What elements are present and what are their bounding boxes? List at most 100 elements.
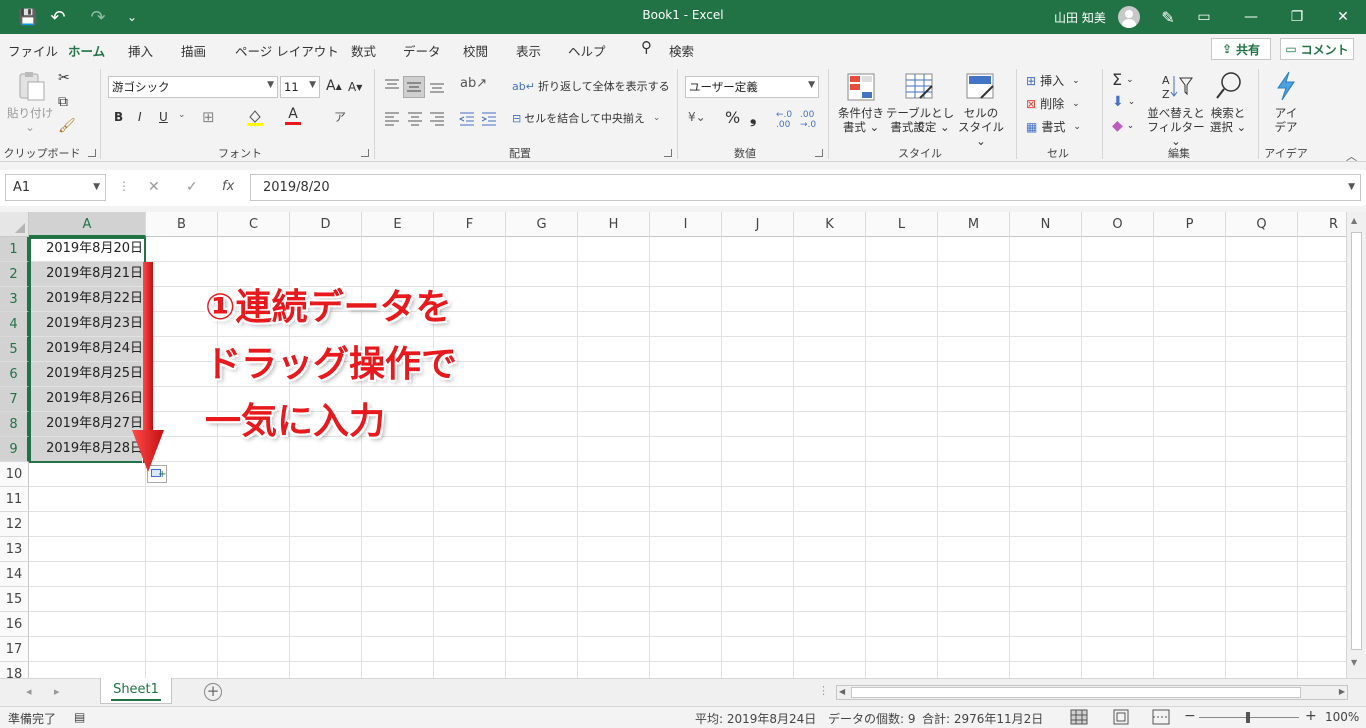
row-header-11[interactable]: 11 (0, 487, 29, 512)
horizontal-scrollbar[interactable]: ◀ ▶ (836, 685, 1348, 700)
clear-icon[interactable]: ◆ ⌄ (1112, 118, 1134, 134)
format-painter-icon[interactable]: 🖌 (58, 118, 76, 134)
row-header-17[interactable]: 17 (0, 637, 29, 662)
zoom-level[interactable]: 100% (1325, 710, 1359, 724)
column-header-o[interactable]: O (1082, 212, 1154, 237)
sort-filter-icon[interactable]: AZ (1160, 72, 1194, 102)
font-size-select[interactable]: 11 ▼ (280, 76, 320, 98)
align-center-icon[interactable] (406, 110, 424, 126)
tab-draw[interactable]: 描画 (181, 41, 206, 60)
wrap-text-button[interactable]: ab↵ 折り返して全体を表示する (512, 78, 670, 94)
underline-button[interactable]: U (159, 110, 168, 124)
alignment-launcher-icon[interactable] (664, 149, 672, 157)
column-header-k[interactable]: K (794, 212, 866, 237)
worksheet-grid[interactable]: ABCDEFGHIJKLMNOPQR 1 2 3 4 5 6 7 8 9 10 11 12 13 14 15… (0, 212, 1346, 678)
collapse-ribbon-icon[interactable]: ︿ (1346, 148, 1357, 164)
format-table-icon[interactable] (904, 72, 936, 102)
column-header-g[interactable]: G (506, 212, 578, 237)
format-cells-button[interactable]: ▦ 書式 ⌄ (1026, 118, 1081, 135)
format-table-label-2[interactable]: 書式設定 ⌄ (885, 120, 955, 134)
column-header-q[interactable]: Q (1226, 212, 1298, 237)
restore-button[interactable]: ❐ (1274, 0, 1320, 34)
number-format-select[interactable]: ユーザー定義 ▼ (685, 76, 819, 98)
select-all-button[interactable] (0, 212, 29, 237)
increase-font-icon[interactable]: A ▲ (326, 78, 342, 94)
row-header-13[interactable]: 13 (0, 537, 29, 562)
normal-view-icon[interactable] (1070, 709, 1088, 725)
orientation-icon[interactable]: ab↗ (460, 76, 487, 91)
search-icon[interactable]: ⚲ (641, 38, 652, 56)
column-header-p[interactable]: P (1154, 212, 1226, 237)
comma-button[interactable]: ❟ (750, 108, 756, 128)
tab-home[interactable]: ホーム (68, 41, 106, 66)
underline-dropdown-icon[interactable]: ⌄ (178, 110, 186, 120)
align-top-icon[interactable] (383, 78, 401, 94)
tab-view[interactable]: 表示 (516, 41, 541, 60)
page-layout-view-icon[interactable] (1112, 709, 1130, 725)
decrease-decimal-icon[interactable]: .00 →.0 (800, 110, 816, 130)
row-header-8[interactable]: 8 (0, 412, 29, 437)
scroll-thumb[interactable] (851, 687, 1301, 698)
accounting-format-icon[interactable]: ¥⌄ (688, 110, 706, 124)
cell-styles-label-2[interactable]: スタイル ⌄ (952, 120, 1010, 148)
row-header-5[interactable]: 5 (0, 337, 29, 362)
sheet-tab-sheet1[interactable]: Sheet1 (100, 678, 172, 704)
column-header-l[interactable]: L (866, 212, 938, 237)
status-count[interactable]: データの個数: 9 (828, 710, 916, 727)
decrease-indent-icon[interactable] (458, 110, 476, 126)
column-header-c[interactable]: C (218, 212, 290, 237)
column-header-i[interactable]: I (650, 212, 722, 237)
scroll-down-icon[interactable]: ▼ (1351, 658, 1357, 667)
ribbon-display-icon[interactable]: ▭ (1192, 7, 1216, 27)
scroll-thumb[interactable] (1351, 232, 1362, 650)
increase-decimal-icon[interactable]: ←.0.00 (776, 110, 792, 130)
tab-insert[interactable]: 挿入 (128, 41, 153, 60)
phonetic-icon[interactable]: ア (334, 108, 346, 125)
zoom-slider-thumb[interactable] (1246, 712, 1250, 723)
insert-function-icon[interactable]: fx (222, 179, 234, 194)
formula-input[interactable]: 2019/8/20 ▼ (250, 174, 1361, 201)
bold-button[interactable]: B (114, 110, 123, 124)
row-header-7[interactable]: 7 (0, 387, 29, 412)
percent-button[interactable]: % (725, 108, 740, 127)
decrease-font-icon[interactable]: A ▼ (348, 80, 362, 94)
find-select-label-2[interactable]: 選択 ⌄ (1204, 120, 1252, 134)
font-launcher-icon[interactable] (361, 149, 369, 157)
column-header-e[interactable]: E (362, 212, 434, 237)
copy-icon[interactable]: ⧉ (58, 94, 68, 110)
row-header-1[interactable]: 1 (0, 237, 29, 262)
column-header-r[interactable]: R (1298, 212, 1346, 237)
merge-center-button[interactable]: ⊟ セルを結合して中央揃え ⌄ (512, 110, 660, 126)
find-select-icon[interactable] (1214, 70, 1244, 102)
prev-sheet-icon[interactable]: ◂ (26, 685, 32, 698)
column-header-h[interactable]: H (578, 212, 650, 237)
font-name-select[interactable]: 游ゴシック ▼ (108, 76, 278, 98)
borders-icon[interactable]: ⊞ (202, 108, 215, 126)
tab-page-layout[interactable]: ページ レイアウト (235, 41, 339, 60)
delete-cells-button[interactable]: ⊠ 削除 ⌄ (1026, 95, 1080, 112)
row-header-3[interactable]: 3 (0, 287, 29, 312)
next-sheet-icon[interactable]: ▸ (54, 685, 60, 698)
close-button[interactable]: ✕ (1320, 0, 1366, 34)
enter-icon[interactable]: ✓ (186, 179, 198, 195)
column-header-a[interactable]: A (29, 212, 146, 237)
number-launcher-icon[interactable] (815, 149, 823, 157)
fill-icon[interactable]: ⬇ ⌄ (1112, 94, 1135, 110)
row-header-12[interactable]: 12 (0, 512, 29, 537)
find-select-label[interactable]: 検索と (1204, 106, 1252, 120)
cancel-icon[interactable]: ✕ (148, 179, 160, 195)
scroll-left-icon[interactable]: ◀ (839, 687, 845, 696)
row-header-4[interactable]: 4 (0, 312, 29, 337)
row-header-9[interactable]: 9 (0, 437, 29, 462)
tab-data[interactable]: データ (403, 41, 441, 60)
align-middle-icon[interactable] (403, 76, 425, 98)
column-header-b[interactable]: B (146, 212, 218, 237)
conditional-format-label-2[interactable]: 書式 ⌄ (832, 120, 890, 134)
fill-color-icon[interactable] (246, 108, 264, 126)
minimize-button[interactable]: — (1228, 0, 1274, 34)
paste-icon[interactable] (14, 70, 48, 104)
paste-dropdown[interactable]: ⌄ (6, 120, 54, 134)
column-header-f[interactable]: F (434, 212, 506, 237)
row-header-18[interactable]: 18 (0, 662, 29, 678)
font-color-icon[interactable]: A (284, 106, 302, 126)
